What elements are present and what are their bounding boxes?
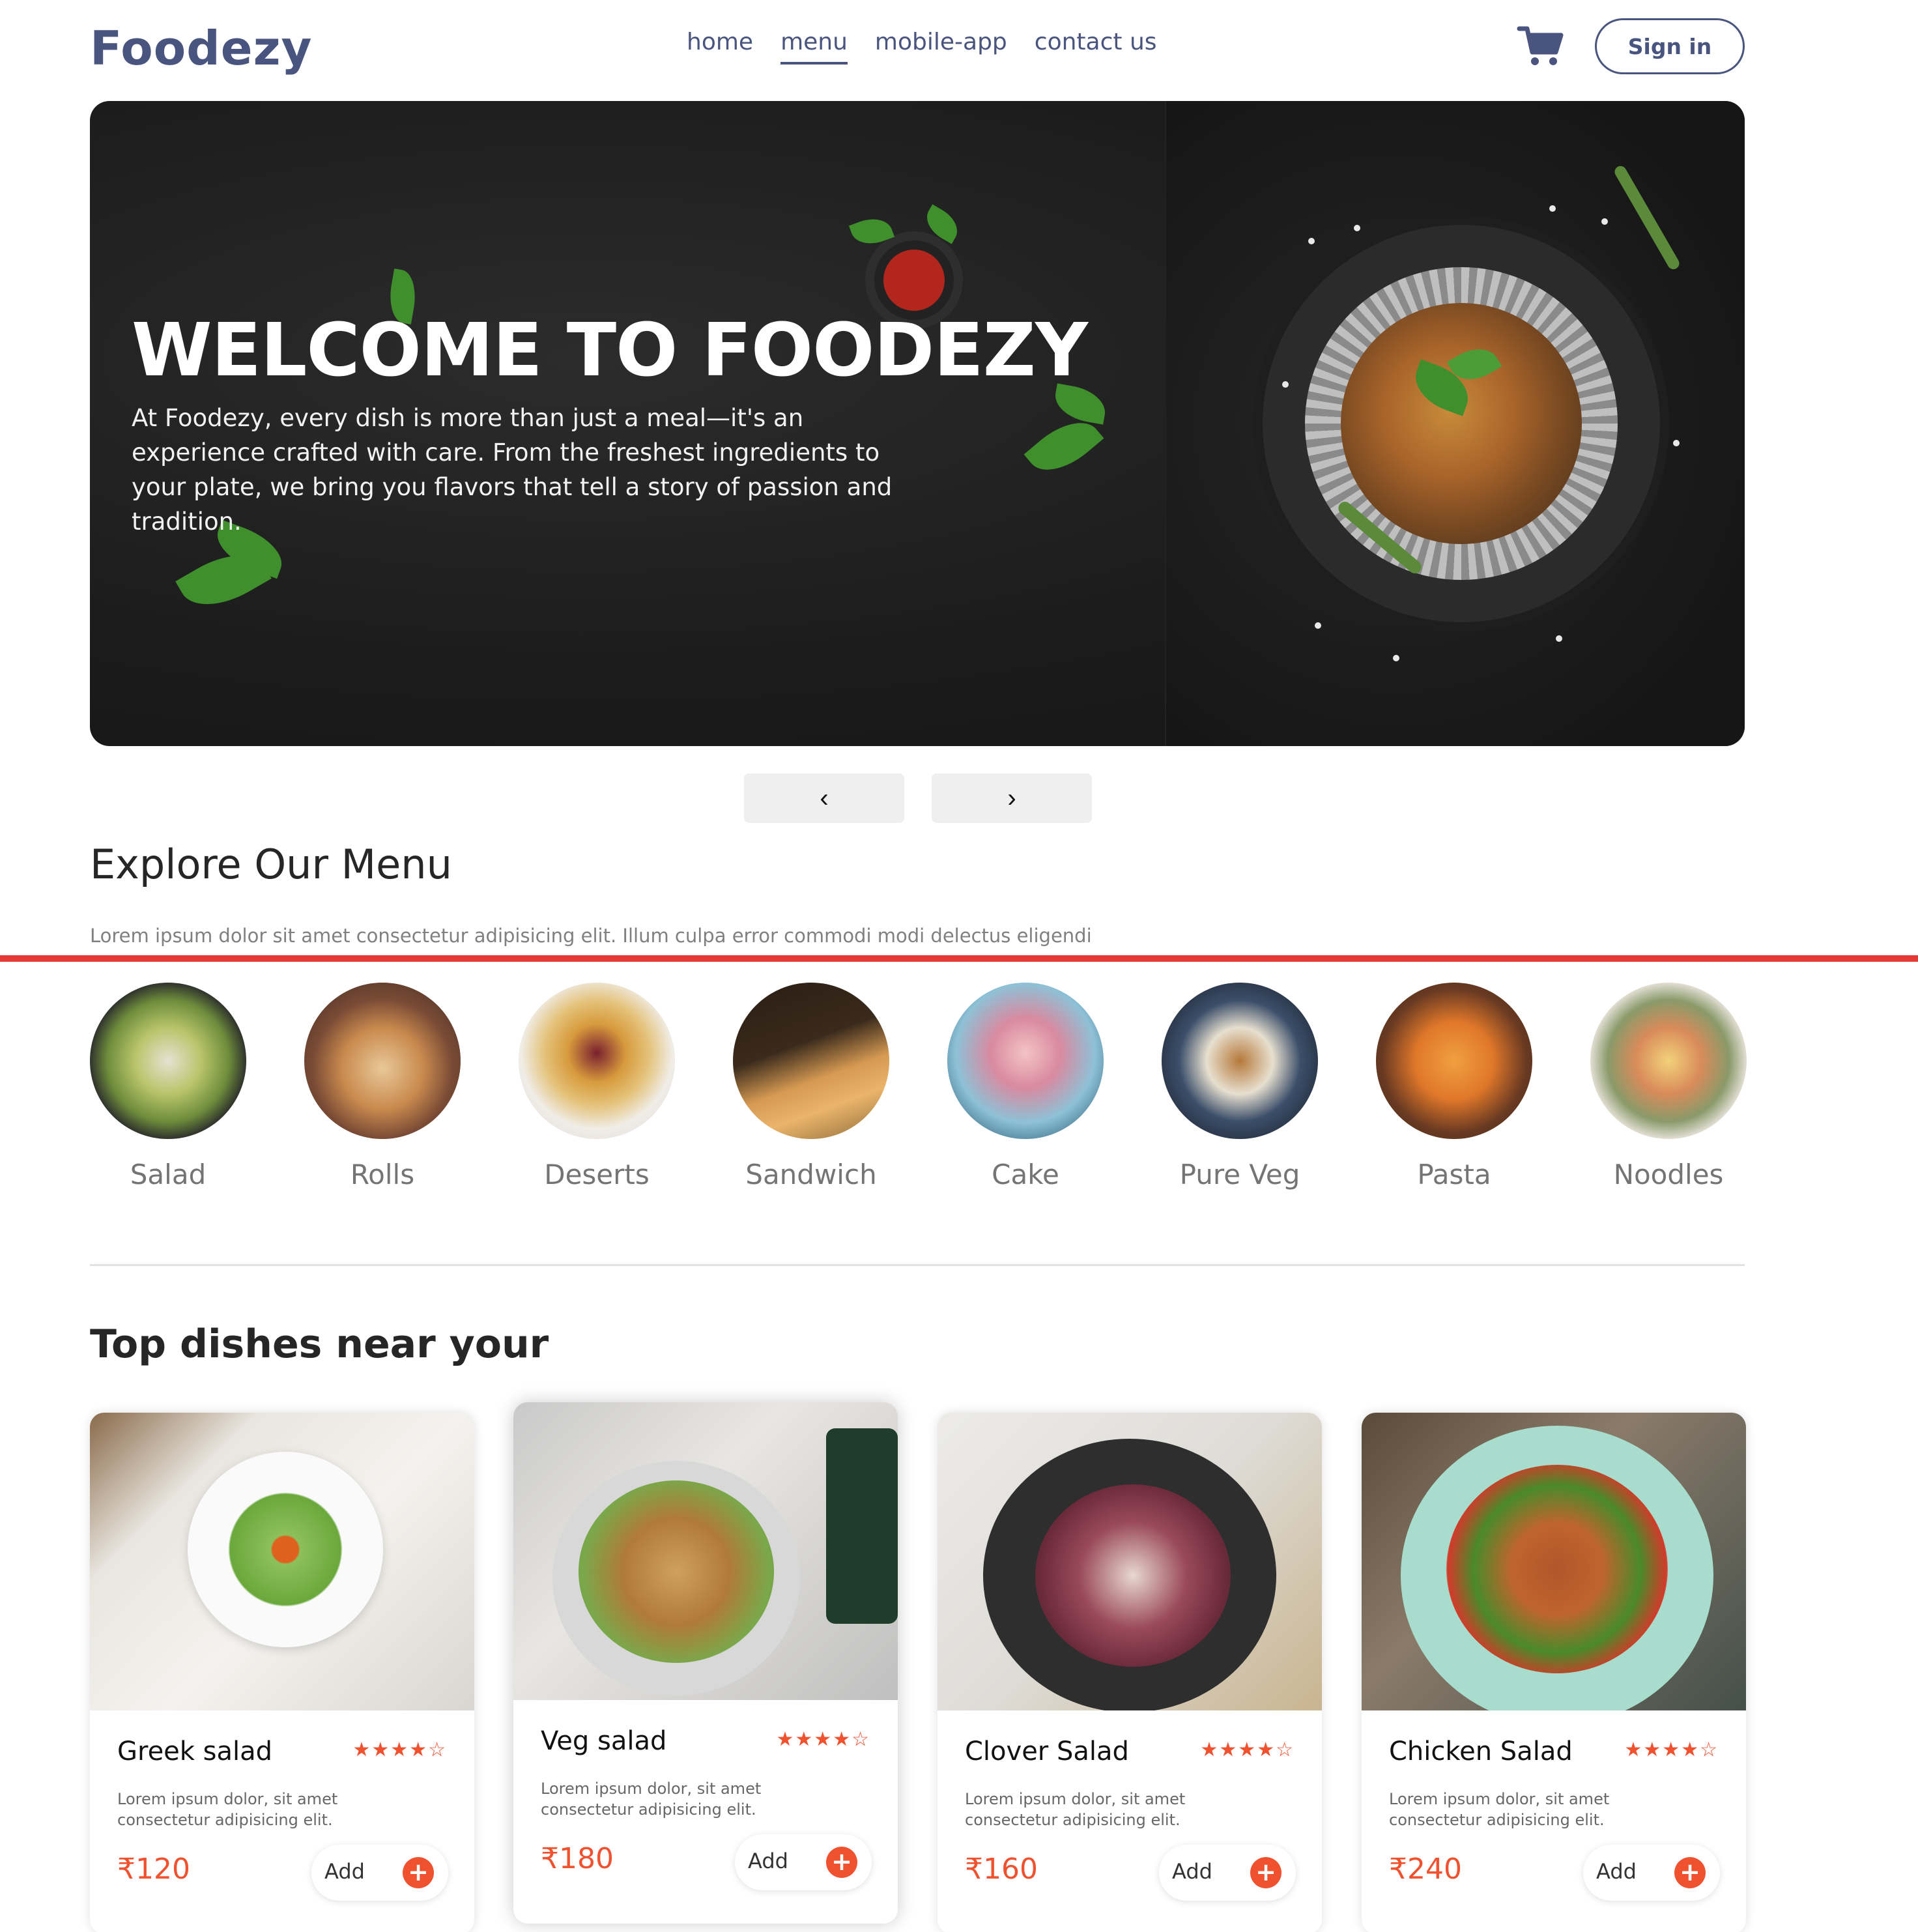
clover-salad-image	[938, 1413, 1322, 1710]
nav-links: home menu mobile-app contact us	[687, 29, 1157, 65]
card-description: Lorem ipsum dolor, sit amet consectetur …	[1389, 1790, 1610, 1829]
card-description: Lorem ipsum dolor, sit amet consectetur …	[541, 1780, 762, 1819]
menu-item-label: Rolls	[350, 1159, 415, 1190]
card-title: Chicken Salad	[1389, 1737, 1573, 1766]
salad-image	[90, 983, 246, 1139]
rating-stars-icon: ★★★★☆	[352, 1738, 447, 1761]
menu-item-label: Sandwich	[745, 1159, 877, 1190]
plus-icon[interactable]: +	[826, 1847, 857, 1878]
hero-title: WELCOME TO FOODEZY	[132, 308, 1088, 393]
add-label: Add	[324, 1859, 365, 1884]
menu-item-label: Noodles	[1613, 1159, 1724, 1190]
card-title: Greek salad	[117, 1737, 273, 1766]
chicken-salad-image	[1362, 1413, 1746, 1710]
menu-item-deserts[interactable]: Deserts	[519, 983, 675, 1190]
menu-item-rolls[interactable]: Rolls	[304, 983, 461, 1190]
navbar: Foodezy home menu mobile-app contact us …	[90, 16, 1745, 78]
cart-icon[interactable]	[1517, 22, 1564, 69]
card-price: ₹240	[1389, 1853, 1462, 1886]
menu-item-sandwich[interactable]: Sandwich	[733, 983, 889, 1190]
rating-stars-icon: ★★★★☆	[1624, 1738, 1719, 1761]
menu-item-label: Salad	[130, 1159, 207, 1190]
menu-item-label: Pasta	[1417, 1159, 1491, 1190]
noodles-image	[1590, 983, 1747, 1139]
nav-link-home[interactable]: home	[687, 29, 753, 65]
sandwich-image	[733, 983, 889, 1139]
card-description: Lorem ipsum dolor, sit amet consectetur …	[117, 1790, 338, 1829]
hero-divider	[1165, 101, 1166, 746]
pasta-image	[1376, 983, 1532, 1139]
nav-link-mobile-app[interactable]: mobile-app	[875, 29, 1007, 65]
add-to-cart-button[interactable]: Add +	[1583, 1845, 1720, 1901]
nav-link-contact-us[interactable]: contact us	[1035, 29, 1157, 65]
hero-banner: WELCOME TO FOODEZY At Foodezy, every dis…	[90, 101, 1745, 746]
add-to-cart-button[interactable]: Add +	[735, 1834, 872, 1890]
card-price: ₹120	[117, 1853, 190, 1886]
explore-menu-title: Explore Our Menu	[90, 841, 452, 888]
plus-icon[interactable]: +	[1250, 1857, 1281, 1888]
carousel-next-button[interactable]: ›	[932, 773, 1092, 823]
add-to-cart-button[interactable]: Add +	[1159, 1845, 1296, 1901]
plus-icon[interactable]: +	[403, 1857, 434, 1888]
card-price: ₹160	[965, 1853, 1038, 1886]
menu-item-pure-veg[interactable]: Pure Veg	[1162, 983, 1318, 1190]
add-to-cart-button[interactable]: Add +	[311, 1845, 448, 1901]
food-card-chicken-salad[interactable]: Chicken Salad ★★★★☆ Lorem ipsum dolor, s…	[1362, 1413, 1746, 1932]
hero-description: At Foodezy, every dish is more than just…	[132, 404, 893, 536]
rating-stars-icon: ★★★★☆	[1200, 1738, 1295, 1761]
add-label: Add	[1172, 1859, 1212, 1884]
cake-image	[947, 983, 1104, 1139]
card-description: Lorem ipsum dolor, sit amet consectetur …	[965, 1790, 1186, 1829]
menu-item-pasta[interactable]: Pasta	[1376, 983, 1532, 1190]
add-label: Add	[748, 1849, 788, 1873]
carousel-prev-button[interactable]: ‹	[744, 773, 904, 823]
menu-category-list: Salad Rolls Deserts Sandwich Cake Pure V…	[90, 983, 1747, 1198]
food-card-greek-salad[interactable]: Greek salad ★★★★☆ Lorem ipsum dolor, sit…	[90, 1413, 474, 1932]
explore-menu-text: Lorem ipsum dolor sit amet consectetur a…	[90, 925, 1092, 947]
food-card-clover-salad[interactable]: Clover Salad ★★★★☆ Lorem ipsum dolor, si…	[938, 1413, 1322, 1932]
menu-item-noodles[interactable]: Noodles	[1590, 983, 1747, 1190]
menu-item-label: Cake	[992, 1159, 1059, 1190]
plus-icon[interactable]: +	[1674, 1857, 1706, 1888]
rating-stars-icon: ★★★★☆	[776, 1728, 870, 1751]
menu-item-label: Deserts	[544, 1159, 650, 1190]
sign-in-button[interactable]: Sign in	[1595, 18, 1745, 74]
top-dishes-title: Top dishes near your	[90, 1321, 549, 1367]
nav-link-menu[interactable]: menu	[780, 29, 848, 65]
logo[interactable]: Foodezy	[90, 21, 312, 76]
card-title: Veg salad	[541, 1726, 667, 1756]
veg-salad-image	[513, 1402, 898, 1700]
greek-salad-image	[90, 1413, 474, 1710]
card-title: Clover Salad	[965, 1737, 1129, 1766]
add-label: Add	[1596, 1859, 1637, 1884]
pure-veg-image	[1162, 983, 1318, 1139]
menu-item-salad[interactable]: Salad	[90, 983, 246, 1190]
card-price: ₹180	[541, 1842, 614, 1875]
red-divider	[0, 955, 1918, 962]
deserts-image	[519, 983, 675, 1139]
menu-item-label: Pure Veg	[1179, 1159, 1300, 1190]
section-divider	[90, 1264, 1745, 1266]
rolls-image	[304, 983, 461, 1139]
food-card-veg-salad[interactable]: Veg salad ★★★★☆ Lorem ipsum dolor, sit a…	[513, 1402, 898, 1924]
menu-item-cake[interactable]: Cake	[947, 983, 1104, 1190]
